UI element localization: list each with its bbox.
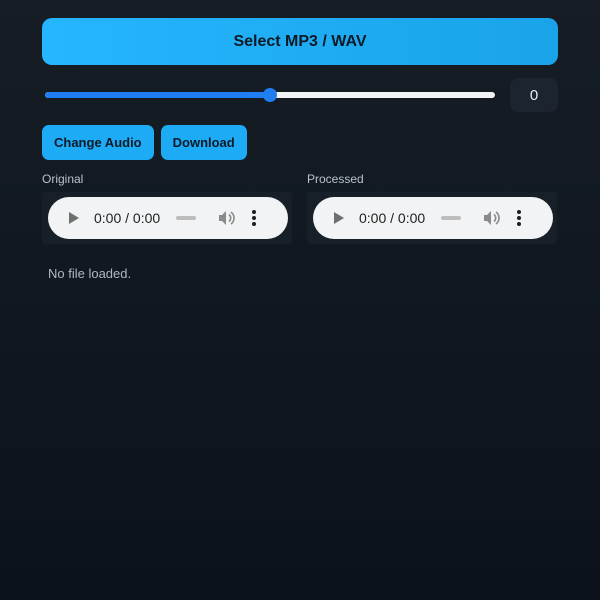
slider-fill bbox=[45, 92, 270, 98]
download-button[interactable]: Download bbox=[160, 125, 247, 160]
processed-player-wrapper: 0:00 / 0:00 bbox=[307, 192, 557, 244]
select-file-button[interactable]: Select MP3 / WAV bbox=[42, 18, 558, 65]
original-player-column: Original 0:00 / 0:00 bbox=[42, 172, 292, 244]
original-label: Original bbox=[42, 172, 84, 186]
more-vert-icon[interactable] bbox=[252, 210, 257, 226]
app-container: Select MP3 / WAV 0 Change Audio Download… bbox=[42, 18, 558, 281]
processed-player-column: Processed 0:00 / 0:00 bbox=[307, 172, 557, 244]
players: Original 0:00 / 0:00 Processed 0:00 / 0:… bbox=[42, 172, 558, 244]
slider-value: 0 bbox=[510, 78, 558, 112]
audio-progress-bar[interactable] bbox=[176, 216, 197, 220]
processed-audio-player[interactable]: 0:00 / 0:00 bbox=[313, 197, 553, 239]
time-display: 0:00 / 0:00 bbox=[359, 210, 426, 226]
time-display: 0:00 / 0:00 bbox=[94, 210, 161, 226]
original-audio-player[interactable]: 0:00 / 0:00 bbox=[48, 197, 288, 239]
play-icon[interactable] bbox=[69, 212, 79, 224]
slider-thumb[interactable] bbox=[263, 88, 277, 102]
change-audio-button[interactable]: Change Audio bbox=[42, 125, 154, 160]
audio-progress-bar[interactable] bbox=[441, 216, 462, 220]
processed-label: Processed bbox=[307, 172, 364, 186]
volume-icon[interactable] bbox=[483, 210, 501, 226]
original-player-wrapper: 0:00 / 0:00 bbox=[42, 192, 292, 244]
action-buttons: Change Audio Download bbox=[42, 125, 558, 160]
volume-icon[interactable] bbox=[218, 210, 236, 226]
more-vert-icon[interactable] bbox=[517, 210, 522, 226]
status-text: No file loaded. bbox=[48, 266, 132, 281]
slider-row: 0 bbox=[42, 78, 558, 112]
play-icon[interactable] bbox=[334, 212, 344, 224]
